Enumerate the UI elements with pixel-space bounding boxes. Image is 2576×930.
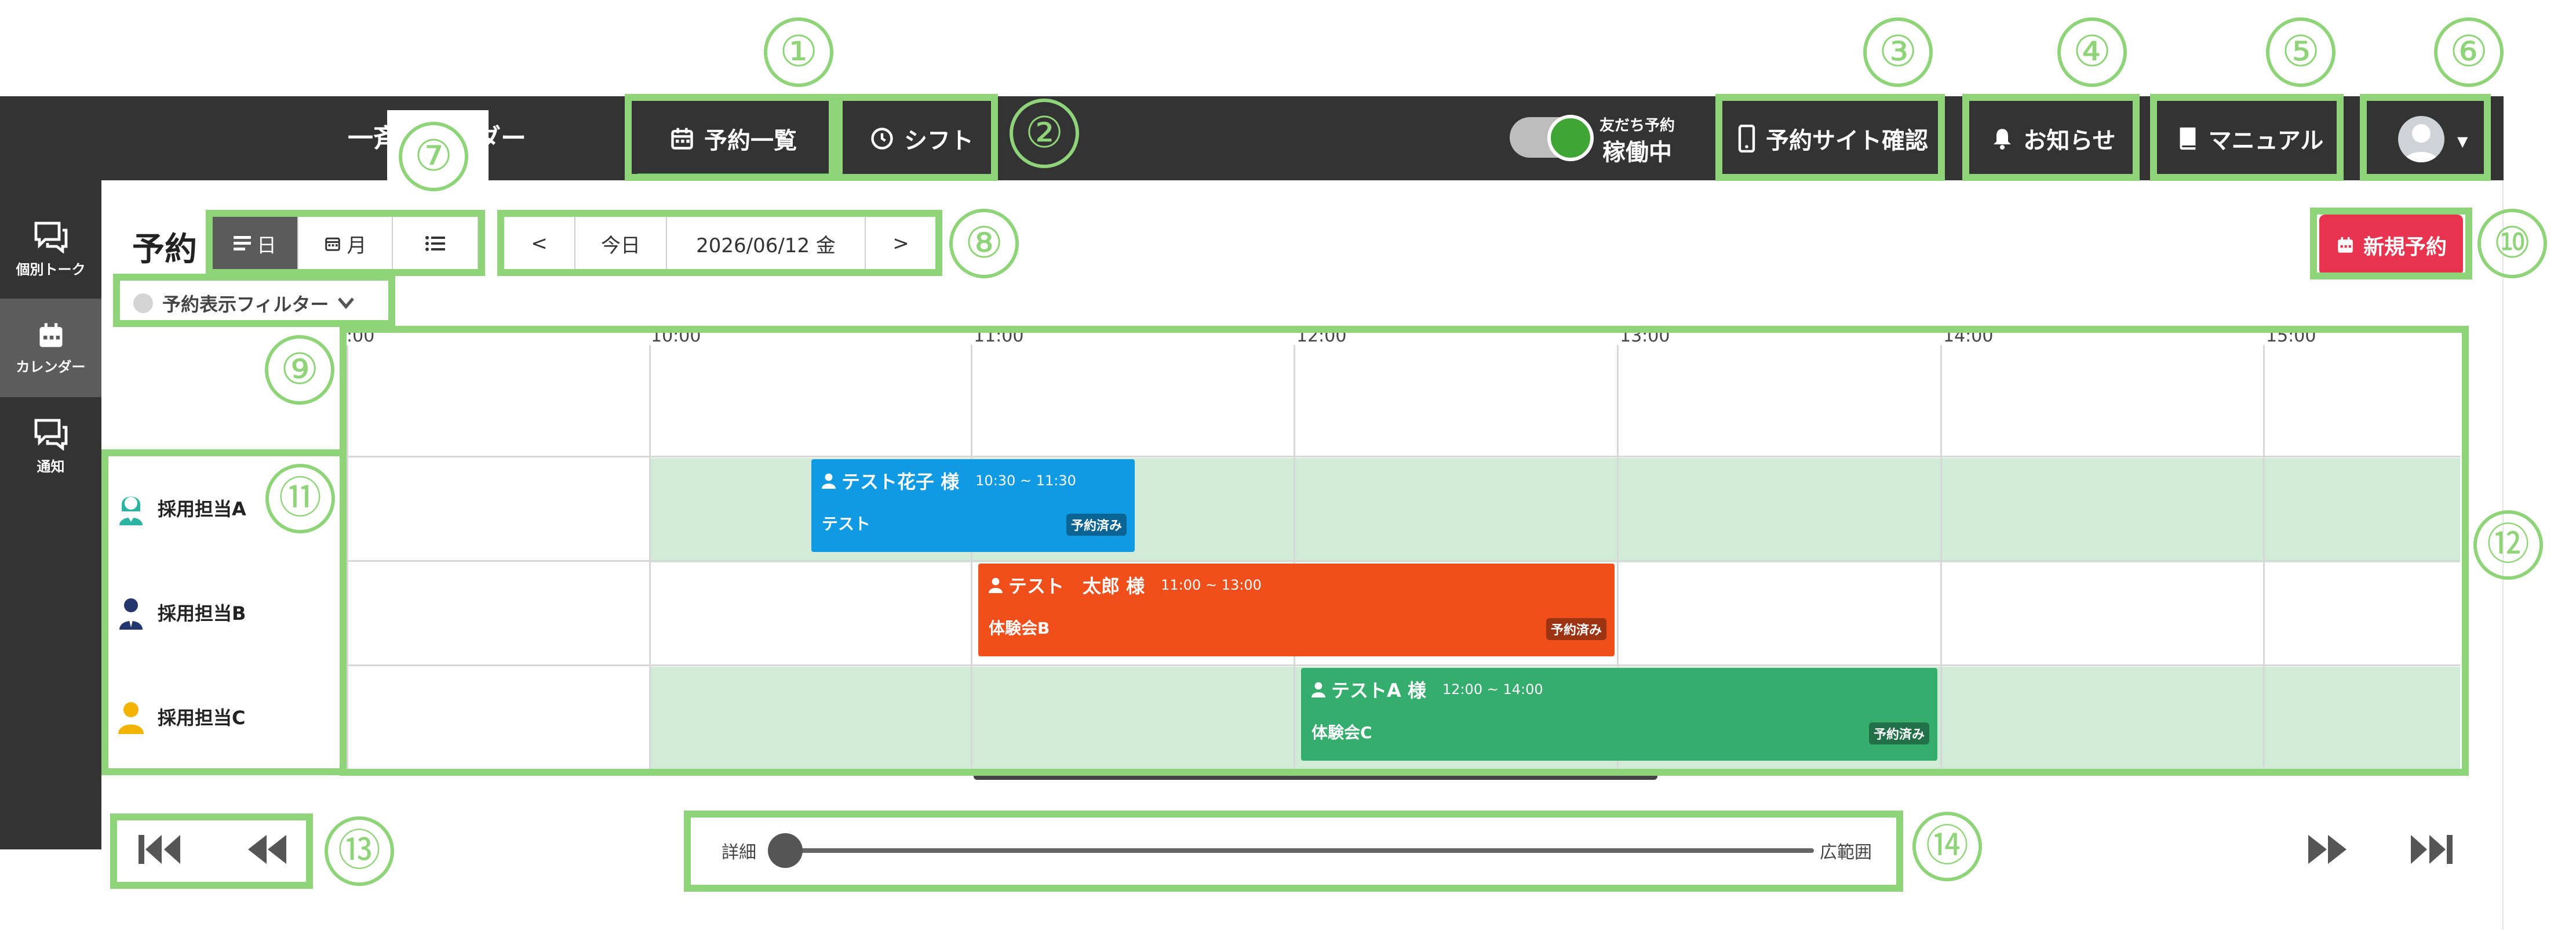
annotation-number: ⑬ — [325, 816, 394, 886]
annotation-number: ⑦ — [399, 122, 468, 191]
sidebar-item-notification[interactable]: 通知 — [0, 397, 101, 496]
annotation-number: ② — [1010, 99, 1079, 168]
calendar-icon — [39, 322, 62, 347]
chat-icon — [34, 419, 67, 451]
sidebar-item-label: 通知 — [37, 458, 65, 475]
last-page-button[interactable] — [2405, 826, 2455, 873]
annotation-box — [497, 210, 942, 276]
sidebar-item-talk[interactable]: 個別トーク — [0, 200, 101, 299]
annotation-box — [2360, 94, 2491, 181]
annotation-box — [1715, 94, 1945, 181]
sidebar-item-label: 個別トーク — [16, 261, 86, 278]
toggle-knob — [1547, 115, 1594, 161]
annotation-number: ⑤ — [2266, 17, 2335, 87]
skip-end-icon — [2411, 835, 2453, 864]
annotation-box — [110, 813, 313, 889]
annotation-number: ⑥ — [2434, 17, 2504, 87]
page-title: 予約 — [132, 231, 197, 268]
annotation-number: ⑫ — [2473, 510, 2543, 580]
annotation-number: ⑭ — [1912, 812, 1982, 881]
annotation-box — [2150, 94, 2344, 181]
annotation-box — [340, 326, 2469, 776]
fast-forward-icon — [2308, 835, 2347, 864]
annotation-number: ⑩ — [2477, 209, 2547, 278]
annotation-box — [836, 94, 998, 181]
annotation-number: ⑪ — [265, 464, 335, 533]
sidebar-item-label: カレンダー — [16, 358, 86, 375]
annotation-number: ⑧ — [949, 209, 1019, 278]
annotation-box — [625, 94, 836, 181]
annotation-box — [684, 811, 1903, 892]
friend-booking-status: 稼働中 — [1602, 139, 1672, 166]
annotation-number: ① — [764, 17, 833, 87]
annotation-number: ④ — [2057, 17, 2127, 87]
annotation-box — [2310, 208, 2472, 279]
annotation-number: ③ — [1863, 17, 1933, 87]
fast-forward-button[interactable] — [2304, 826, 2351, 873]
annotation-box — [206, 210, 485, 276]
annotation-box — [113, 274, 395, 327]
chat-icon — [34, 221, 67, 253]
friend-booking-label: 友だち予約 — [1599, 117, 1675, 135]
annotation-number: ⑨ — [265, 335, 334, 405]
sidebar-item-calendar[interactable]: カレンダー — [0, 299, 101, 397]
annotation-box — [1962, 94, 2140, 181]
